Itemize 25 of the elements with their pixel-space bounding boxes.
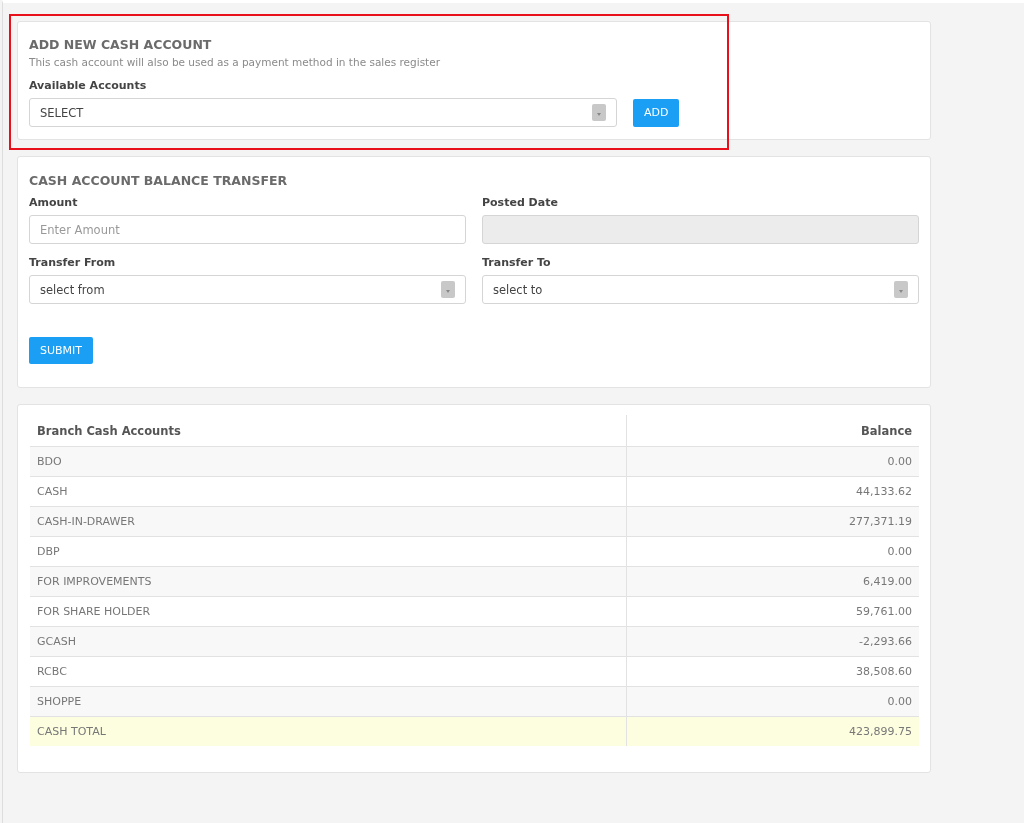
table-cell: 0.00 [626,686,919,716]
table-cell: BDO [30,446,627,476]
field-label: Transfer From [29,256,117,269]
total-cell: 423,899.75 [626,716,919,746]
field-label: Amount [29,196,79,209]
account-select[interactable]: select to [482,275,919,304]
section-title: ADD NEW CASH ACCOUNT [29,37,213,52]
field-label: Available Accounts [29,79,148,92]
field-label: Transfer To [482,256,552,269]
table-cell: FOR IMPROVEMENTS [30,566,627,596]
account-select[interactable]: SELECT [29,98,617,127]
account-select[interactable]: select from [29,275,466,304]
table-cell: GCASH [30,626,627,656]
table-cell: 6,419.00 [626,566,919,596]
field-label: Posted Date [482,196,559,209]
table-cell: 0.00 [626,446,919,476]
section-title: CASH ACCOUNT BALANCE TRANSFER [29,173,289,188]
description-text: This cash account will also be used as a payment method in the sales register [29,56,442,68]
table-cell: SHOPPE [30,686,627,716]
table-cell: 277,371.19 [626,506,919,536]
total-cell: CASH TOTAL [30,716,627,746]
amount-field[interactable]: Enter Amount [29,215,466,244]
table-cell: CASH-IN-DRAWER [30,506,627,536]
column-header: Branch Cash Accounts [30,415,627,446]
table-cell: -2,293.66 [626,626,919,656]
